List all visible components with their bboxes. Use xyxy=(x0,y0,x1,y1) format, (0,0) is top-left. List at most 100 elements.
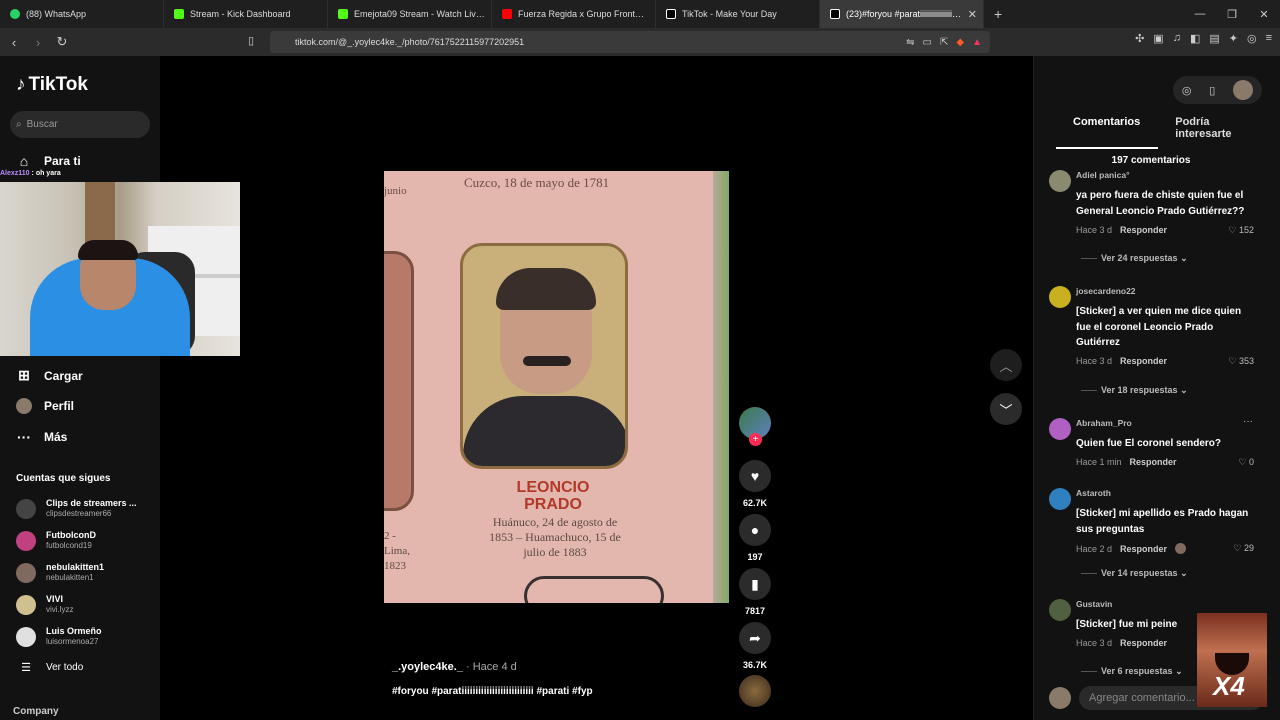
creator-avatar[interactable]: + xyxy=(739,407,771,446)
translate-icon[interactable]: ⇋ xyxy=(906,37,914,48)
like-button[interactable]: ♥ 62.7K xyxy=(739,460,771,508)
top-right-controls: ◎ ▯ xyxy=(1173,76,1262,104)
nav-upload[interactable]: ⊞ Cargar xyxy=(16,367,83,384)
comment-like[interactable]: ♡ 353 xyxy=(1228,356,1254,367)
brave-shield-icon[interactable]: ◆ xyxy=(956,37,964,48)
browser-tab[interactable]: Emejota09 Stream - Watch Live on Ki xyxy=(328,0,492,28)
browser-tab[interactable]: (88) WhatsApp xyxy=(0,0,164,28)
close-window-icon[interactable]: ✕ xyxy=(1248,8,1280,21)
comment-item: Abraham_Pro Quien fue El coronel sendero… xyxy=(1049,416,1259,473)
browser-tab-active[interactable]: (23)#foryou #paratiiiiiiiiiiiiiiiiiiiii ✕ xyxy=(820,0,984,28)
follow-plus-icon[interactable]: + xyxy=(749,433,762,446)
comment-icon: ● xyxy=(739,514,771,546)
view-replies[interactable]: Ver 24 respuestas ⌄ xyxy=(1081,253,1188,264)
new-tab-icon[interactable]: + xyxy=(994,6,1002,22)
next-post-button[interactable]: ﹀ xyxy=(990,393,1022,425)
reload-icon[interactable]: ↻ xyxy=(52,34,72,50)
post-author[interactable]: _.yoylec4ke._ · Hace 4 d xyxy=(392,661,517,673)
close-tab-icon[interactable]: ✕ xyxy=(968,8,977,21)
comment-item: josecardeno22 [Sticker] a ver quien me d… xyxy=(1049,286,1259,396)
tab-comments[interactable]: Comentarios xyxy=(1056,116,1159,149)
browser-tab[interactable]: Stream - Kick Dashboard xyxy=(164,0,328,28)
music-disc[interactable] xyxy=(739,675,771,707)
kick-icon xyxy=(338,9,348,19)
view-replies[interactable]: Ver 18 respuestas ⌄ xyxy=(1081,385,1188,396)
ai-icon[interactable]: ✦ xyxy=(1229,32,1238,45)
brave-rewards-icon[interactable]: ▲ xyxy=(972,37,982,48)
list-icon: ☰ xyxy=(21,662,31,674)
nav-profile[interactable]: Perfil xyxy=(16,398,74,414)
cast-icon[interactable]: ▭ xyxy=(923,37,932,48)
following-account[interactable]: Luis Ormeño luisormenoa27 xyxy=(16,626,102,647)
tiktok-note-icon: ♪ xyxy=(16,74,26,95)
url-field[interactable]: tiktok.com/@_.yoylec4ke._/photo/76175221… xyxy=(270,31,990,53)
nav-for-you[interactable]: ⌂ Para ti xyxy=(16,153,81,169)
user-avatar[interactable] xyxy=(1233,80,1254,100)
share-icon[interactable]: ⇱ xyxy=(940,37,948,48)
tab-might-interest[interactable]: Podría interesarte xyxy=(1158,116,1280,149)
nav-more[interactable]: ··· Más xyxy=(16,429,67,445)
extensions-icon[interactable]: ✣ xyxy=(1135,32,1144,45)
stream-meme-overlay: X4 xyxy=(1197,613,1267,707)
webcam-overlay xyxy=(0,182,240,356)
tiktok-icon xyxy=(830,9,840,19)
vpn-icon[interactable]: ◎ xyxy=(1247,32,1257,45)
avatar[interactable] xyxy=(1049,170,1071,192)
restore-icon[interactable]: ❐ xyxy=(1216,8,1248,21)
comment-like[interactable]: ♡ 0 xyxy=(1238,457,1254,468)
browser-tab-bar: (88) WhatsApp Stream - Kick Dashboard Em… xyxy=(0,0,1280,28)
more-options-icon[interactable]: ··· xyxy=(1243,416,1253,427)
device-icon[interactable]: ▯ xyxy=(1209,84,1215,97)
sidebar-icon[interactable]: ◧ xyxy=(1190,32,1200,45)
avatar[interactable] xyxy=(1049,599,1071,621)
search-input[interactable]: ⌕ Buscar xyxy=(10,111,150,138)
tiktok-icon xyxy=(666,9,676,19)
portrait xyxy=(460,243,628,469)
media-icon[interactable]: ♫ xyxy=(1173,32,1181,45)
avatar[interactable] xyxy=(1049,286,1071,308)
previous-post-button[interactable]: ︿ xyxy=(990,349,1022,381)
avatar[interactable] xyxy=(1049,418,1071,440)
profile-avatar-icon xyxy=(16,398,32,414)
back-icon[interactable]: ‹ xyxy=(4,35,24,50)
reply-button[interactable]: Responder xyxy=(1120,638,1167,648)
comment-like[interactable]: ♡ 152 xyxy=(1228,225,1254,236)
following-account[interactable]: Clips de streamers ... clipsdestreamer66 xyxy=(16,498,137,519)
share-button[interactable]: ➦ 36.7K xyxy=(739,622,771,670)
more-dots-icon: ··· xyxy=(17,429,31,445)
wallet-icon[interactable]: ▤ xyxy=(1209,32,1219,45)
bookmark-icon[interactable]: ▯ xyxy=(248,34,254,47)
reply-button[interactable]: Responder xyxy=(1120,544,1167,554)
extensions-area: ✣ ▣ ♫ ◧ ▤ ✦ ◎ ≡ xyxy=(1135,32,1272,45)
save-button[interactable]: ▮ 7817 xyxy=(739,568,771,616)
comment-button[interactable]: ● 197 xyxy=(739,514,771,562)
avatar xyxy=(16,530,36,551)
stream-chat-message: Alexz110 : oh yara xyxy=(0,170,61,177)
tiktok-logo[interactable]: ♪ TikTok xyxy=(16,74,88,96)
view-replies[interactable]: Ver 6 respuestas ⌄ xyxy=(1081,666,1183,677)
bookmark-icon: ▮ xyxy=(739,568,771,600)
view-replies[interactable]: Ver 14 respuestas ⌄ xyxy=(1081,568,1188,579)
forward-icon[interactable]: › xyxy=(28,35,48,50)
reply-button[interactable]: Responder xyxy=(1120,225,1167,235)
following-account[interactable]: VIVI vivi.lyzz xyxy=(16,594,74,615)
music-disc-icon xyxy=(739,675,771,707)
browser-tab[interactable]: TikTok - Make Your Day xyxy=(656,0,820,28)
post-photo[interactable]: Cuzco, 18 de mayo de 1781 junio LEONCIO … xyxy=(384,171,729,603)
reply-button[interactable]: Responder xyxy=(1130,457,1177,467)
screenshot-icon[interactable]: ▣ xyxy=(1153,32,1163,45)
avatar[interactable] xyxy=(1049,488,1071,510)
browser-tab[interactable]: Fuerza Regida x Grupo Frontera - Bel xyxy=(492,0,656,28)
minimize-icon[interactable]: — xyxy=(1184,8,1216,20)
chevron-up-icon: ︿ xyxy=(999,358,1013,374)
company-link[interactable]: Company xyxy=(13,706,59,717)
following-account[interactable]: nebulakitten1 nebulakitten1 xyxy=(16,562,104,583)
panel-tabs: Comentarios Podría interesarte xyxy=(1056,116,1280,149)
comment-like[interactable]: ♡ 29 xyxy=(1233,543,1254,554)
see-all-link[interactable]: ☰ Ver todo xyxy=(16,661,83,674)
explore-icon[interactable]: ◎ xyxy=(1182,84,1192,97)
following-title: Cuentas que sigues xyxy=(16,473,111,484)
menu-icon[interactable]: ≡ xyxy=(1266,32,1272,45)
reply-button[interactable]: Responder xyxy=(1120,356,1167,366)
following-account[interactable]: FutbolconD futbolcond19 xyxy=(16,530,96,551)
